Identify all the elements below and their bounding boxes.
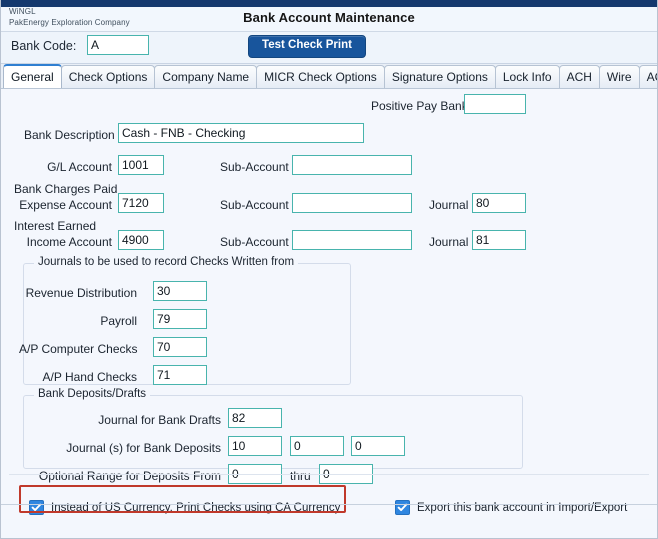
payroll-label: Payroll xyxy=(100,314,137,328)
ap-hand-checks-input[interactable] xyxy=(153,365,207,385)
tab-signature-options[interactable]: Signature Options xyxy=(383,65,496,88)
expense-account-label: Expense Account xyxy=(19,198,112,212)
ca-currency-option[interactable]: Instead of US Currency, Print Checks usi… xyxy=(29,500,340,515)
checkbox-checked-icon[interactable] xyxy=(29,500,44,515)
test-check-print-button[interactable]: Test Check Print xyxy=(248,35,366,58)
income-journal-label: Journal xyxy=(429,235,469,249)
bank-description-input[interactable] xyxy=(118,123,364,143)
tab-check-options[interactable]: Check Options xyxy=(60,65,156,88)
window-bottom-divider xyxy=(1,504,657,505)
tab-micr-check-options[interactable]: MICR Check Options xyxy=(256,65,385,88)
journal-bank-drafts-label: Journal for Bank Drafts xyxy=(98,413,221,427)
expense-journal-input[interactable] xyxy=(472,193,526,213)
ap-computer-checks-input[interactable] xyxy=(153,337,207,357)
journal-bank-deposits-label: Journal (s) for Bank Deposits xyxy=(66,441,221,455)
page-title: Bank Account Maintenance xyxy=(243,10,415,25)
revenue-distribution-input[interactable] xyxy=(153,281,207,301)
tab-bar: General Check Options Company Name MICR … xyxy=(1,64,657,89)
bank-deposits-drafts-group: Bank Deposits/Drafts xyxy=(23,388,523,469)
tab-ach-upload[interactable]: ACH Upload xyxy=(638,65,657,88)
journal-bank-deposits-input-2[interactable] xyxy=(290,436,344,456)
optional-range-label: Optional Range for Deposits From xyxy=(38,469,221,483)
checks-written-journals-title: Journals to be used to record Checks Wri… xyxy=(34,256,299,268)
tab-wire[interactable]: Wire xyxy=(598,65,640,88)
footer-options-row: Instead of US Currency, Print Checks usi… xyxy=(1,497,657,519)
gl-sub-account-input[interactable] xyxy=(292,155,412,175)
bank-description-label: Bank Description xyxy=(24,128,115,142)
income-journal-input[interactable] xyxy=(472,230,526,250)
bank-deposits-drafts-title: Bank Deposits/Drafts xyxy=(34,388,151,400)
bank-account-maintenance-window: WiNGL PakEnergy Exploration Company Bank… xyxy=(0,0,658,539)
income-account-label: Income Account xyxy=(26,235,112,249)
gl-account-label: G/L Account xyxy=(47,160,112,174)
interest-earned-label: Interest Earned xyxy=(14,219,97,233)
positive-pay-bank-input[interactable] xyxy=(464,94,526,114)
income-account-input[interactable] xyxy=(118,230,164,250)
bank-charges-paid-label: Bank Charges Paid xyxy=(14,182,118,196)
export-bank-account-option[interactable]: Export this bank account in Import/Expor… xyxy=(395,500,627,515)
expense-sub-account-label: Sub-Account xyxy=(220,198,289,212)
expense-sub-account-input[interactable] xyxy=(292,193,412,213)
bank-code-bar: Bank Code: Test Check Print xyxy=(1,32,657,64)
ap-hand-checks-label: A/P Hand Checks xyxy=(42,370,138,384)
positive-pay-bank-label: Positive Pay Bank xyxy=(371,99,468,113)
income-sub-account-input[interactable] xyxy=(292,230,412,250)
journal-bank-drafts-input[interactable] xyxy=(228,408,282,428)
revenue-distribution-label: Revenue Distribution xyxy=(25,286,137,300)
expense-journal-label: Journal xyxy=(429,198,469,212)
window-header: WiNGL PakEnergy Exploration Company Bank… xyxy=(1,7,657,32)
payroll-input[interactable] xyxy=(153,309,207,329)
footer-divider xyxy=(9,474,649,475)
tab-lock-info[interactable]: Lock Info xyxy=(494,65,560,88)
bank-code-input[interactable] xyxy=(87,35,149,55)
gl-sub-account-label: Sub-Account xyxy=(220,160,289,174)
ap-computer-checks-label: A/P Computer Checks xyxy=(19,342,138,356)
bank-code-label: Bank Code: xyxy=(11,39,77,53)
general-tab-panel: Positive Pay Bank Bank Description G/L A… xyxy=(1,89,657,519)
expense-account-input[interactable] xyxy=(118,193,164,213)
optional-range-thru-label: thru xyxy=(290,469,311,483)
tab-company-name[interactable]: Company Name xyxy=(154,65,258,88)
checkbox-checked-icon[interactable] xyxy=(395,500,410,515)
tab-general[interactable]: General xyxy=(3,64,62,88)
journal-bank-deposits-input-3[interactable] xyxy=(351,436,405,456)
tab-ach[interactable]: ACH xyxy=(558,65,600,88)
journal-bank-deposits-input-1[interactable] xyxy=(228,436,282,456)
gl-account-input[interactable] xyxy=(118,155,164,175)
income-sub-account-label: Sub-Account xyxy=(220,235,289,249)
